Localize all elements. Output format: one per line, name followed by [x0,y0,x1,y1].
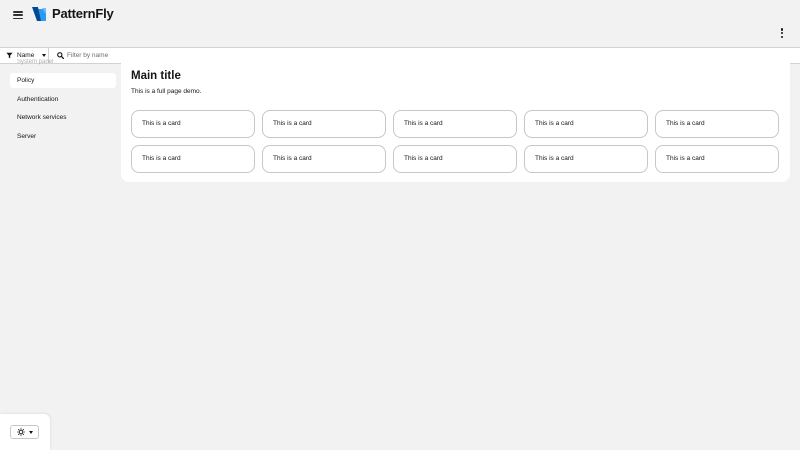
filter-toolbar: Name [0,47,800,64]
search-input[interactable] [67,49,267,62]
card[interactable]: This is a card [393,145,517,173]
page-description: This is a full page demo. [131,88,202,95]
patternfly-logo[interactable] [32,6,48,22]
card[interactable]: This is a card [524,145,648,173]
sidebar-item-authentication[interactable]: Authentication [10,92,116,107]
main-section: Main title This is a full page demo. Thi… [121,63,790,182]
search-box[interactable] [51,48,800,63]
hamburger-icon[interactable] [11,8,25,22]
sidebar-nav: System panel Policy Authentication Netwo… [0,59,120,184]
card[interactable]: This is a card [655,145,779,173]
sidebar-item-network-services[interactable]: Network services [10,110,116,125]
masthead: PatternFly [0,0,800,48]
card[interactable]: This is a card [131,145,255,173]
card[interactable]: This is a card [524,110,648,138]
card[interactable]: This is a card [655,110,779,138]
theme-switcher-button[interactable] [10,425,39,439]
sun-icon [17,428,25,436]
sidebar-item-policy[interactable]: Policy [10,73,116,88]
card[interactable]: This is a card [131,110,255,138]
card[interactable]: This is a card [262,145,386,173]
caret-down-icon [29,430,33,434]
attribute-select-label: Name [17,52,35,59]
brand-name[interactable]: PatternFly [52,7,114,21]
filter-icon [6,52,13,59]
card[interactable]: This is a card [393,110,517,138]
card[interactable]: This is a card [262,110,386,138]
sidebar-item-system-panel[interactable]: System panel [17,59,53,65]
search-icon [57,52,64,59]
caret-down-icon [42,54,47,57]
page-title: Main title [131,70,181,82]
theme-panel [0,414,50,450]
sidebar-item-server[interactable]: Server [10,129,116,144]
kebab-icon[interactable] [778,27,786,39]
